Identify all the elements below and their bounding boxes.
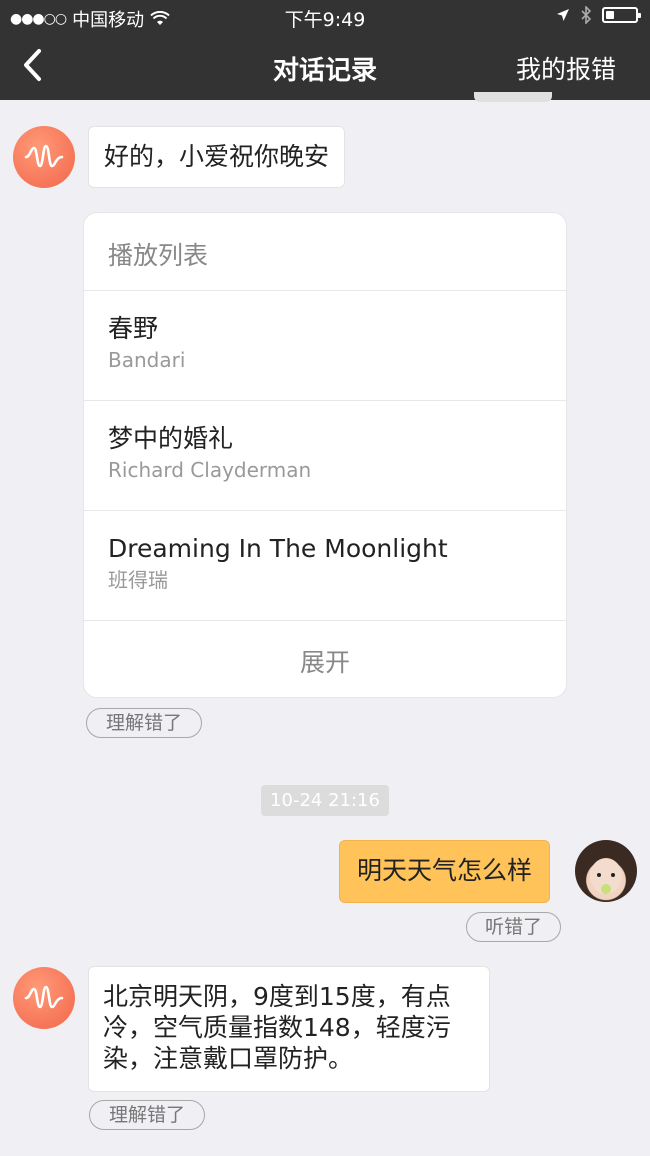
my-reports-button[interactable]: 我的报错 (516, 50, 616, 86)
status-right (556, 6, 641, 24)
waveform-icon (24, 985, 64, 1009)
playlist-track[interactable]: 梦中的婚礼 Richard Clayderman (84, 401, 566, 511)
user-avatar (575, 840, 637, 902)
ai-avatar (13, 126, 75, 188)
battery-icon (602, 7, 641, 23)
ai-avatar (13, 967, 75, 1029)
playlist-card: 播放列表 春野 Bandari 梦中的婚礼 Richard Clayderman… (83, 212, 567, 698)
track-title: 春野 (108, 314, 159, 343)
message-timestamp: 10-24 21:16 (261, 785, 389, 816)
expand-playlist-button[interactable]: 展开 (84, 621, 566, 697)
ai-message-bubble: 北京明天阴，9度到15度，有点冷，空气质量指数148，轻度污染，注意戴口罩防护。 (88, 966, 490, 1092)
track-artist: 班得瑞 (108, 568, 168, 592)
track-title: Dreaming In The Moonlight (108, 534, 448, 563)
playlist-track[interactable]: 春野 Bandari (84, 291, 566, 401)
user-avatar-eye (611, 873, 615, 877)
partial-timestamp-badge (474, 92, 552, 102)
status-bar: ●●●○○ 中国移动 下午9:49 (0, 0, 650, 32)
playlist-header: 播放列表 (84, 213, 566, 291)
misunderstood-button[interactable]: 理解错了 (86, 708, 202, 738)
waveform-icon (24, 144, 64, 168)
ai-message-bubble: 好的，小爱祝你晚安 (88, 126, 346, 188)
location-arrow-icon (557, 9, 569, 21)
battery-level-fill (606, 11, 614, 19)
playlist-track[interactable]: Dreaming In The Moonlight 班得瑞 (84, 511, 566, 621)
misunderstood-button[interactable]: 理解错了 (89, 1100, 205, 1130)
track-artist: Bandari (108, 348, 186, 372)
top-bar: ●●●○○ 中国移动 下午9:49 对话记录 我的报错 (0, 0, 650, 100)
status-time: 下午9:49 (284, 9, 366, 31)
nav-bar: 对话记录 我的报错 (0, 32, 650, 100)
track-title: 梦中的婚礼 (108, 424, 234, 453)
user-avatar-eye (597, 873, 601, 877)
user-message-bubble: 明天天气怎么样 (339, 840, 551, 903)
user-avatar-mouth (601, 884, 611, 894)
bluetooth-icon (581, 6, 592, 24)
track-artist: Richard Clayderman (108, 458, 312, 482)
misheard-button[interactable]: 听错了 (466, 912, 561, 942)
